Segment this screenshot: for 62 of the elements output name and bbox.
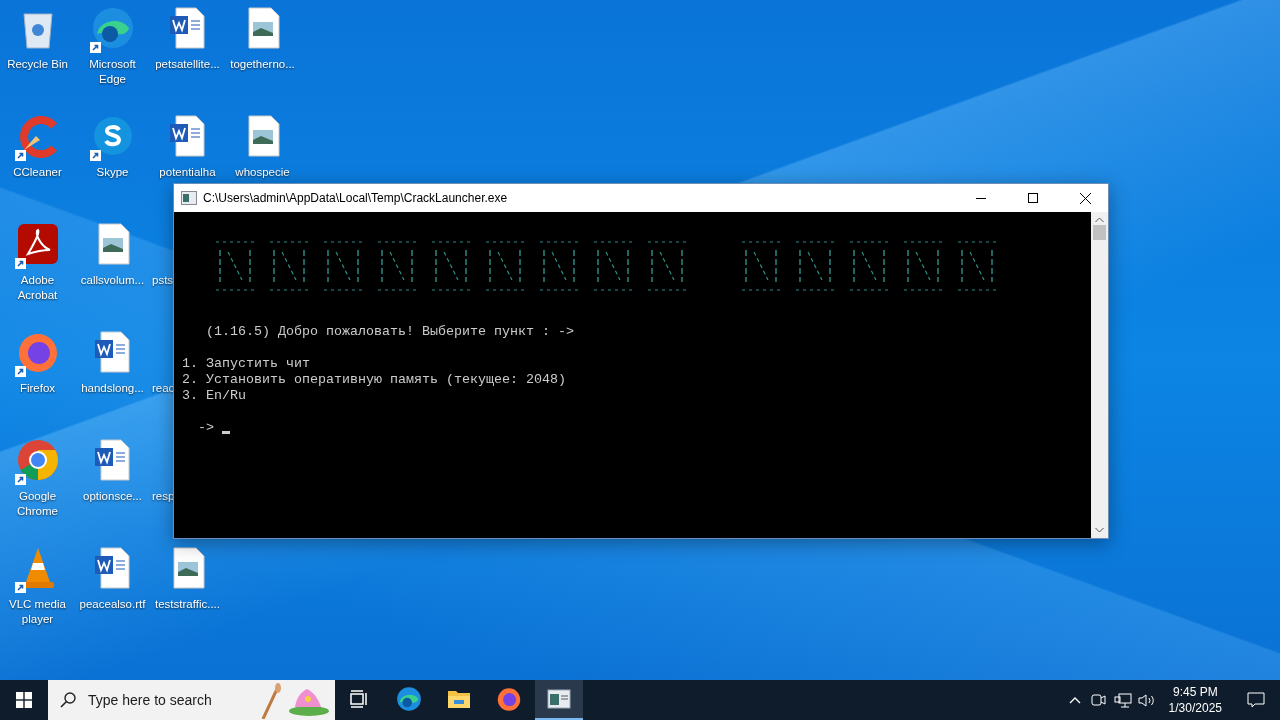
search-icon [60,692,76,708]
notification-icon [1247,692,1265,708]
desktop-icon-label[interactable]: Microsoft Edge [75,57,150,87]
shortcut-arrow-icon [89,42,101,53]
camera-icon [1091,693,1107,707]
minimize-icon [976,197,986,199]
desktop-icon-label[interactable]: optionsce... [75,489,150,504]
menu-option: 1. Запустить чит [182,356,1083,372]
scroll-thumb[interactable] [1093,225,1106,240]
shortcut-arrow-icon [14,582,26,593]
acrobat-icon [15,222,60,266]
desktop-icon-label[interactable]: teststraffic.... [150,597,225,612]
close-icon [1079,192,1091,204]
clock-button[interactable]: 9:45 PM 1/30/2025 [1158,684,1232,716]
search-field[interactable]: Type here to search [86,691,270,709]
desktop-icon-label[interactable]: resp [150,489,175,504]
maximize-icon [1028,193,1038,203]
firefox-icon [496,686,522,712]
shortcut-arrow-icon [14,474,26,485]
desktop-icon-label[interactable]: Recycle Bin [0,57,75,72]
desktop-icon-label[interactable]: petsatellite... [150,57,225,72]
desktop-icon-label[interactable]: callsvolum... [75,273,150,288]
menu-option: 2. Установить оперативную память (текущее: 2048) [182,372,1083,388]
menu-option: 3. En/Ru [182,388,1083,404]
edge-icon [90,6,135,50]
desktop-icon-label[interactable]: Firefox [0,381,75,396]
taskbar-app-button[interactable] [535,680,583,720]
shortcut-arrow-icon [89,150,101,161]
chrome-icon [15,438,60,482]
shortcut-arrow-icon [14,366,26,377]
scrollbar[interactable] [1091,212,1108,538]
speaker-icon [1137,692,1156,708]
desktop-icon-label[interactable]: VLC media player [0,597,75,627]
greeting-text: (1.16.5) Добро пожаловать! Выберите пункт : -> [205,324,575,340]
edge-icon [396,686,422,712]
desktop-icon-label[interactable]: Skype [75,165,150,180]
desktop-icon-label[interactable]: togetherno... [225,57,300,72]
search-bar[interactable]: Type here to search [48,680,335,720]
shortcut-arrow-icon [14,150,26,161]
console-app-icon [181,191,197,205]
desktop-icon-label[interactable]: potentialha [150,165,225,180]
console-window-icon [547,689,571,709]
desktop-icon-label[interactable]: whospecie [225,165,300,180]
text-cursor [222,431,230,434]
task-view-icon [349,690,369,708]
network-icon [1113,692,1132,708]
desktop-icon-label[interactable]: CCleaner [0,165,75,180]
desktop-icon-label[interactable]: handslong... [75,381,150,396]
desktop-icon-label[interactable]: Google Chrome [0,489,75,519]
desktop-icon-label[interactable]: Adobe Acrobat [0,273,75,303]
shortcut-arrow-icon [14,258,26,269]
lotus-drawing [259,681,331,719]
windows-logo-icon [16,692,32,708]
window-title: C:\Users\admin\AppData\Local\Temp\CrackLauncher.exe [203,191,509,205]
scroll-down-icon [1095,527,1104,533]
chevron-up-icon [1068,696,1081,704]
folder-icon [447,688,471,710]
desktop-icon-label[interactable]: psts [150,273,174,288]
scroll-up-icon [1095,217,1104,223]
desktop-icon-label[interactable]: reac [150,381,175,396]
desktop-icon-label[interactable]: peacealso.rtf [75,597,150,612]
prompt-text: -> [198,420,214,436]
